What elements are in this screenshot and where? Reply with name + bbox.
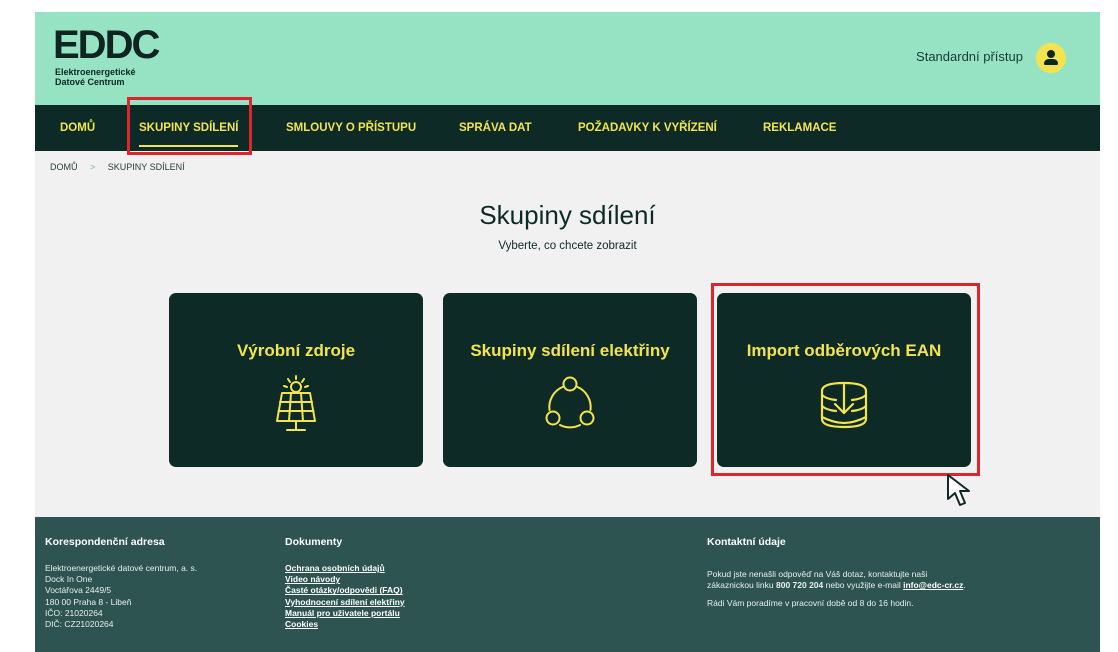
user-icon[interactable] bbox=[1036, 43, 1066, 73]
sharing-group-icon bbox=[545, 376, 595, 429]
logo-line-1: Elektroenergetické bbox=[55, 67, 136, 77]
page-title: Skupiny sdílení bbox=[479, 200, 656, 230]
footer-address-line: IČO: 21020264 bbox=[45, 607, 103, 618]
footer-address-line: DIČ: CZ21020264 bbox=[45, 619, 114, 630]
footer-address-heading: Korespondenční adresa bbox=[45, 536, 165, 548]
nav-item-complaints[interactable]: REKLAMACE bbox=[763, 105, 836, 151]
card-highlight-box bbox=[711, 283, 980, 476]
breadcrumb-home[interactable]: DOMŮ bbox=[50, 162, 78, 172]
footer-link-user-manual[interactable]: Manuál pro uživatele portálu bbox=[285, 608, 405, 619]
footer-documents-heading: Dokumenty bbox=[285, 536, 343, 548]
footer-address-line: 180 00 Praha 8 - Libeň bbox=[45, 596, 132, 607]
footer-address-line: Voctářova 2449/5 bbox=[45, 585, 112, 596]
footer-contact-line-3: Rádi Vám poradíme v pracovní době od 8 d… bbox=[707, 598, 914, 609]
breadcrumb-current: SKUPINY SDÍLENÍ bbox=[107, 162, 185, 172]
card-title: Výrobní zdroje bbox=[236, 341, 356, 360]
footer-phone[interactable]: 800 720 204 bbox=[776, 580, 823, 590]
access-level-label[interactable]: Standardní přístup bbox=[916, 49, 1023, 64]
logo-line-2: Datové Centrum bbox=[55, 77, 125, 87]
logo-mark: EDDC bbox=[53, 23, 160, 67]
footer-email-link[interactable]: info@edc-cr.cz bbox=[903, 580, 963, 590]
card-production-sources[interactable]: Výrobní zdroje bbox=[169, 293, 423, 467]
top-header: EDDC Elektroenergetické Datové Centrum S… bbox=[35, 12, 1100, 105]
footer-contact-line-1: Pokud jste nenašli odpověď na Váš dotaz,… bbox=[707, 569, 928, 579]
nav-item-pending-requests[interactable]: POŽADAVKY K VYŘÍZENÍ bbox=[578, 105, 717, 151]
app-frame: EDDC Elektroenergetické Datové Centrum S… bbox=[35, 12, 1100, 652]
footer-address-line: Elektroenergetické datové centrum, a. s. bbox=[45, 563, 198, 573]
breadcrumb-separator: > bbox=[90, 162, 96, 172]
solar-panel-icon bbox=[276, 375, 316, 431]
footer: Korespondenční adresa Elektroenergetické… bbox=[35, 517, 1100, 652]
footer-link-faq[interactable]: Časté otázky/odpovědi (FAQ) bbox=[285, 585, 405, 596]
breadcrumb: DOMŮ > SKUPINY SDÍLENÍ bbox=[50, 162, 185, 172]
mouse-pointer-icon bbox=[947, 474, 970, 506]
edc-logo[interactable]: EDDC Elektroenergetické Datové Centrum bbox=[53, 25, 193, 95]
card-title: Skupiny sdílení elektřiny bbox=[470, 341, 670, 360]
footer-contact-line-2: zákaznickou linku 800 720 204 nebo využi… bbox=[707, 580, 966, 591]
nav-item-access-contracts[interactable]: SMLOUVY O PŘÍSTUPU bbox=[286, 105, 416, 151]
nav-highlight-box bbox=[127, 97, 252, 155]
logo-subtitle: Elektroenergetické Datové Centrum bbox=[55, 67, 195, 87]
footer-link-cookies[interactable]: Cookies bbox=[285, 619, 405, 630]
footer-address-line: Dock In One bbox=[45, 574, 93, 585]
footer-contact-heading: Kontaktní údaje bbox=[707, 536, 786, 548]
nav-item-data-management[interactable]: SPRÁVA DAT bbox=[459, 105, 532, 151]
card-electricity-sharing-groups[interactable]: Skupiny sdílení elektřiny bbox=[443, 293, 697, 467]
footer-link-sharing-evaluation[interactable]: Vyhodnocení sdílení elektřiny bbox=[285, 597, 405, 608]
footer-link-video-guides[interactable]: Video návody bbox=[285, 574, 405, 585]
nav-item-home[interactable]: DOMŮ bbox=[60, 105, 95, 151]
footer-link-privacy[interactable]: Ochrana osobních údajů bbox=[285, 563, 405, 574]
page-subtitle: Vyberte, co chcete zobrazit bbox=[498, 240, 637, 252]
